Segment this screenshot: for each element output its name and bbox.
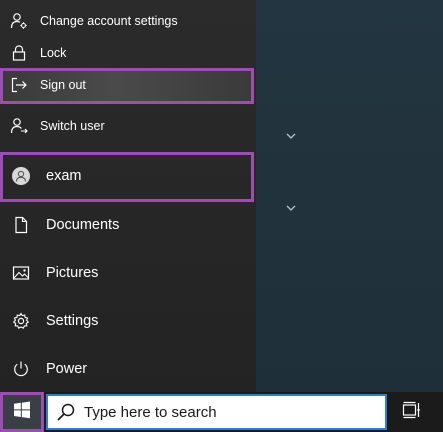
power-icon — [12, 360, 30, 378]
start-button-highlight — [0, 392, 44, 432]
lock-label: Lock — [40, 46, 67, 60]
lock-item[interactable]: Lock — [0, 42, 256, 64]
lock-icon — [10, 44, 28, 62]
change-account-settings-label: Change account settings — [40, 14, 178, 28]
start-menu: Change account settings Lock Sign out Sw… — [0, 0, 256, 392]
settings-item[interactable]: Settings — [0, 308, 256, 334]
chevron-down-icon[interactable] — [285, 202, 297, 214]
task-view-button[interactable] — [400, 400, 424, 424]
pictures-icon — [12, 264, 30, 282]
document-icon — [12, 216, 30, 234]
task-view-icon — [402, 401, 422, 424]
chevron-down-icon[interactable] — [285, 130, 297, 142]
settings-gear-icon — [12, 312, 30, 330]
switch-user-item[interactable]: Switch user — [0, 115, 256, 137]
power-label: Power — [46, 361, 88, 377]
start-tiles-area — [256, 0, 443, 392]
documents-item[interactable]: Documents — [0, 212, 256, 238]
pictures-label: Pictures — [46, 265, 99, 281]
switch-user-label: Switch user — [40, 119, 105, 133]
documents-label: Documents — [46, 217, 120, 233]
user-account-highlight — [0, 152, 254, 202]
search-icon — [56, 402, 76, 422]
settings-label: Settings — [46, 313, 99, 329]
power-item[interactable]: Power — [0, 356, 256, 382]
taskbar-search-box[interactable] — [46, 394, 387, 430]
switch-user-icon — [10, 117, 28, 135]
search-input[interactable] — [84, 403, 344, 421]
sign-out-highlight — [0, 68, 254, 104]
change-account-settings-item[interactable]: Change account settings — [0, 10, 256, 32]
user-gear-icon — [10, 12, 28, 30]
pictures-item[interactable]: Pictures — [0, 260, 256, 286]
